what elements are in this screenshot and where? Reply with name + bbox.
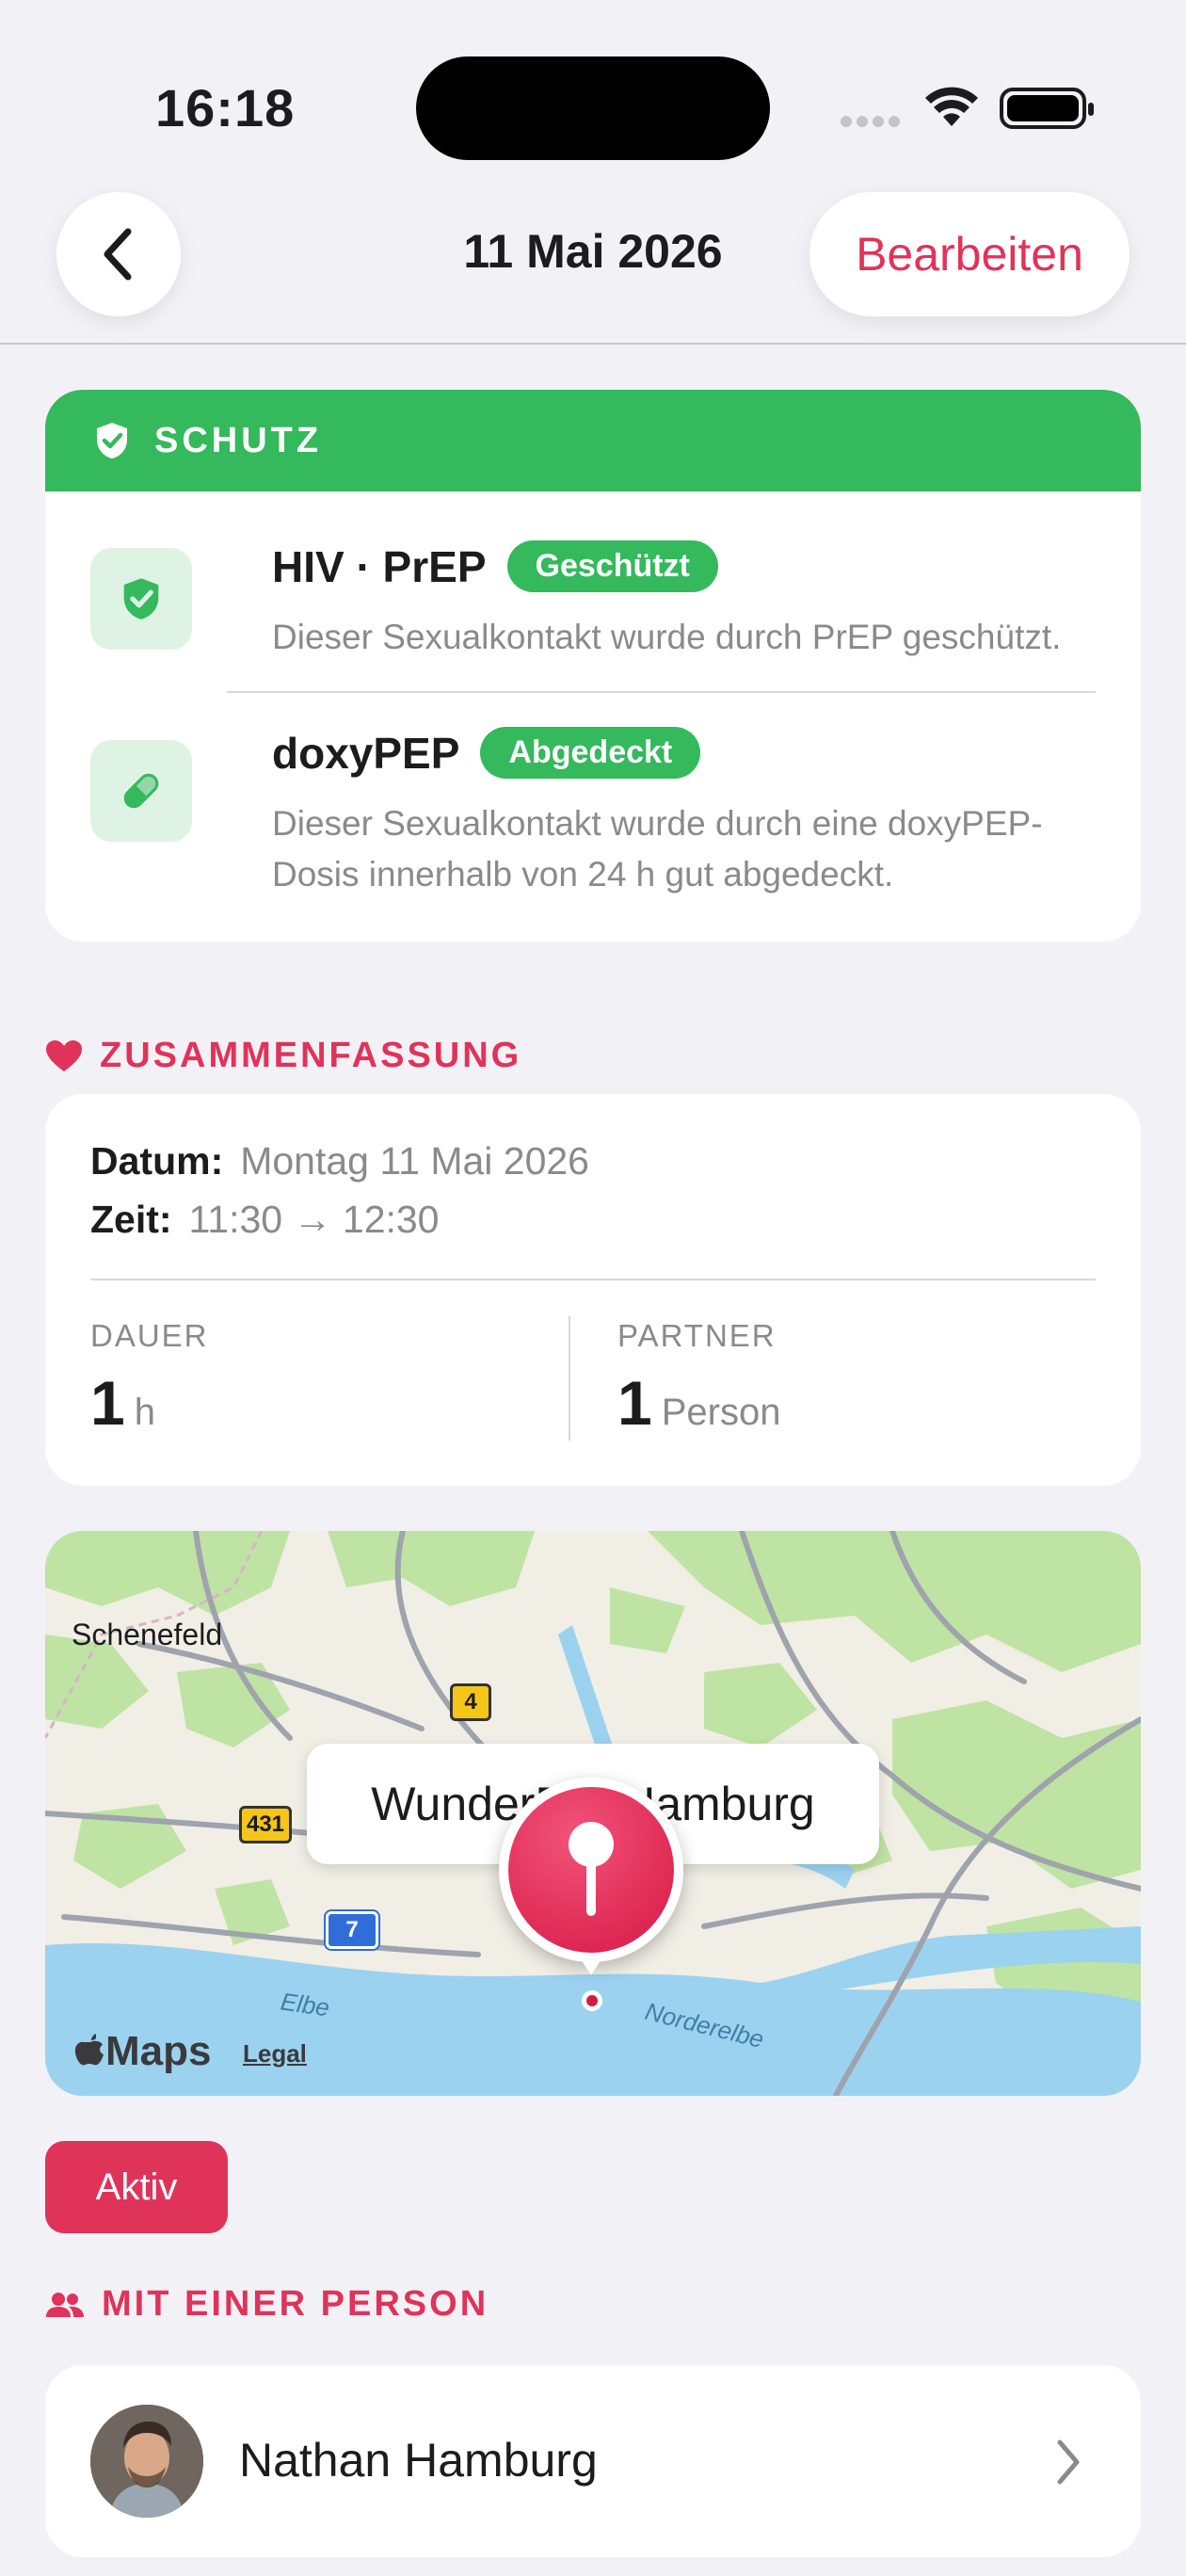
covered-badge: Abgedeckt (480, 727, 701, 779)
partner-stat: 1 Person (617, 1367, 780, 1439)
doxypep-title: doxyPEP (272, 729, 460, 778)
map-pin[interactable] (499, 1778, 683, 1962)
people-icon (46, 2292, 84, 2317)
apple-logo-icon (74, 2034, 104, 2066)
date-value: Montag 11 Mai 2026 (240, 1139, 589, 1183)
partners-section-title: MIT EINER PERSON (102, 2284, 489, 2324)
navigation-bar: 11 Mai 2026 Bearbeiten (0, 179, 1186, 345)
shield-check-icon (123, 578, 159, 620)
person-photo (90, 2405, 203, 2518)
protected-badge: Geschützt (506, 540, 718, 592)
avatar (90, 2405, 203, 2518)
prep-description: Dieser Sexualkontakt wurde durch PrEP ge… (272, 618, 1062, 656)
stat-separator (569, 1316, 570, 1441)
road-shield: 4 (450, 1683, 491, 1721)
maps-label: Maps (105, 2028, 212, 2074)
status-time: 16:18 (155, 78, 296, 137)
battery-icon (1000, 88, 1094, 129)
doxypep-description-line-1: Dieser Sexualkontakt wurde durch eine do… (272, 804, 1043, 843)
time-label: Zeit: (90, 1198, 172, 1241)
prep-title-row: HIV · PrEP Geschützt (272, 540, 718, 592)
prep-icon-tile (90, 548, 192, 650)
protection-header-label: SCHUTZ (154, 420, 323, 460)
duration-label: DAUER (90, 1318, 209, 1353)
duration-stat: 1h (90, 1367, 155, 1439)
prep-title: HIV · PrEP (272, 542, 487, 591)
summary-section-label: ZUSAMMENFASSUNG (45, 1036, 521, 1076)
dynamic-island (416, 56, 770, 160)
active-status-button[interactable]: Aktiv (45, 2141, 228, 2233)
location-map[interactable]: Schenefeld Elbe Norderelbe 4 431 7 Wunde… (45, 1531, 1141, 2096)
protection-item-doxypep: doxyPEP Abgedeckt Dieser Sexualkontakt wu… (90, 727, 1096, 915)
summary-section-title: ZUSAMMENFASSUNG (100, 1036, 522, 1075)
pin-icon (569, 1822, 614, 1916)
maps-logo: Maps (73, 2028, 211, 2075)
duration-unit: h (134, 1392, 155, 1433)
doxypep-icon-tile (90, 740, 192, 842)
divider (227, 691, 1096, 693)
cellular-signal-icon (841, 115, 906, 128)
wifi-icon (925, 87, 978, 126)
map-place-label: Schenefeld (72, 1618, 223, 1651)
location-dot (582, 1990, 602, 2011)
legal-link[interactable]: Legal (243, 2039, 307, 2069)
protection-card: SCHUTZ HIV · PrEP Geschützt Dieser Sexual… (45, 390, 1141, 942)
edit-button[interactable]: Bearbeiten (809, 192, 1130, 316)
partner-label: PARTNER (617, 1318, 777, 1353)
heart-icon (46, 1039, 82, 1071)
map-pin-inner (508, 1787, 674, 1953)
divider (90, 1279, 1096, 1280)
summary-card: Datum: Montag 11 Mai 2026 Zeit: 11:30 → 12… (45, 1094, 1141, 1486)
protection-item-prep: HIV · PrEP Geschützt Dieser Sexualkontakt… (90, 537, 1096, 668)
partner-unit: Person (661, 1392, 781, 1433)
date-label: Datum: (90, 1139, 224, 1183)
partner-name: Nathan Hamburg (239, 2434, 598, 2487)
highway-shield: 7 (326, 1911, 378, 1949)
time-row: Zeit: 11:30 → 12:30 (90, 1198, 440, 1242)
status-bar: 16:18 (0, 0, 1186, 179)
road-shield: 431 (239, 1806, 292, 1843)
date-row: Datum: Montag 11 Mai 2026 (90, 1139, 589, 1183)
chevron-right-icon (1057, 2439, 1080, 2485)
partners-section-label: MIT EINER PERSON (45, 2284, 489, 2325)
duration-value: 1 (90, 1368, 125, 1438)
time-value: 11:30 → 12:30 (188, 1198, 440, 1241)
pill-icon (123, 771, 161, 809)
doxypep-title-row: doxyPEP Abgedeckt (272, 727, 701, 779)
doxypep-description-line-2: Dosis innerhalb von 24 h gut abgedeckt. (272, 855, 894, 894)
protection-header: SCHUTZ (45, 390, 1141, 491)
partner-row[interactable]: Nathan Hamburg (45, 2365, 1141, 2557)
shield-check-icon (97, 423, 127, 459)
doxypep-description: Dieser Sexualkontakt wurde durch eine do… (272, 798, 1096, 900)
partner-value: 1 (617, 1368, 652, 1438)
map-pin-tail (578, 1955, 604, 1975)
